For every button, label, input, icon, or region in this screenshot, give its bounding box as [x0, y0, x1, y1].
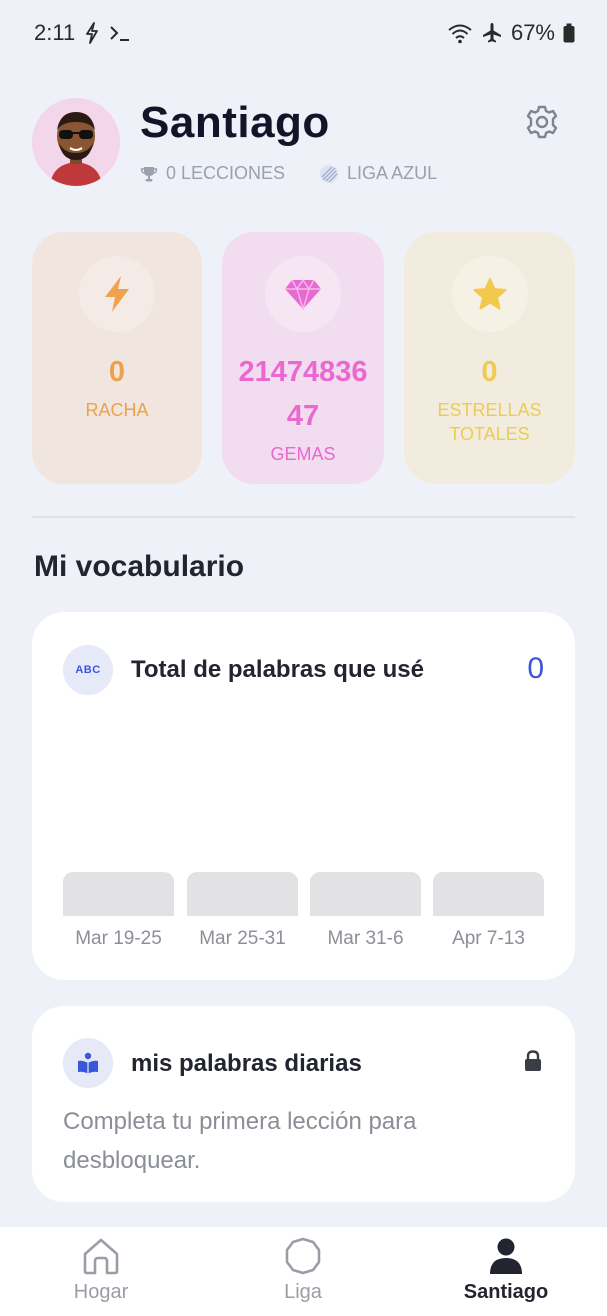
chart-bar [187, 872, 298, 916]
gemas-icon-circle [265, 256, 341, 332]
nav-item-liga[interactable]: Liga [223, 1237, 383, 1304]
stat-card-racha: 0 RACHA [32, 232, 202, 484]
section-divider [32, 516, 575, 518]
gemas-value: 2147483647 [238, 356, 368, 432]
racha-icon-circle [79, 256, 155, 332]
nav-item-santiago[interactable]: Santiago [426, 1237, 586, 1304]
profile-meta: 0 LECCIONES LIGA AZUL [140, 163, 437, 184]
league-label: LIGA AZUL [347, 163, 438, 183]
profile-icon [490, 1238, 522, 1274]
gem-icon [285, 278, 321, 310]
status-time: 2:11 [34, 20, 76, 45]
chart-bar-label: Apr 7-13 [452, 928, 525, 949]
wifi-icon [447, 22, 473, 44]
estrellas-value: 0 [481, 356, 498, 388]
flash-icon [85, 22, 99, 44]
avatar-illustration [32, 98, 120, 186]
nav-item-hogar[interactable]: Hogar [21, 1237, 181, 1304]
trophy-icon [140, 166, 158, 181]
chart-bar-label: Mar 25-31 [199, 928, 286, 949]
lessons-count: 0 LECCIONES [140, 163, 285, 184]
league-info[interactable]: LIGA AZUL [319, 163, 437, 184]
estrellas-icon-circle [451, 256, 528, 332]
daily-words-description: Completa tu primera lección para desbloq… [63, 1108, 417, 1174]
nav-label-liga: Liga [284, 1281, 322, 1303]
gemas-label: GEMAS [270, 444, 336, 464]
daily-words-card[interactable]: mis palabras diarias Completa tu primera… [32, 1006, 575, 1202]
star-icon [473, 278, 506, 310]
battery-text: 67% [510, 20, 555, 45]
status-bar: 2:11 67% [0, 0, 607, 66]
gear-icon [526, 105, 558, 139]
lock-icon [524, 1050, 542, 1077]
bottom-navigation: Hogar Liga Santiago [0, 1227, 607, 1316]
daily-words-badge [63, 1038, 113, 1088]
lessons-label: 0 LECCIONES [166, 163, 286, 183]
profile-name: Santiago [140, 98, 330, 147]
vocabulary-card[interactable]: ABC Total de palabras que usé 0 Mar 19-2… [32, 612, 575, 980]
status-right: 67% [447, 20, 575, 46]
home-icon [83, 1238, 119, 1275]
avatar[interactable] [32, 98, 120, 186]
league-icon [285, 1237, 321, 1275]
stat-card-gemas: 2147483647 GEMAS [222, 232, 384, 484]
chart-bar [63, 872, 174, 916]
section-title-vocabulary: Mi vocabulario [34, 550, 245, 583]
airplane-icon [481, 22, 503, 44]
terminal-icon [109, 23, 131, 43]
vocabulary-count: 0 [527, 652, 544, 685]
abc-badge-text: ABC [75, 664, 101, 676]
chart-bar [433, 872, 544, 916]
stat-card-estrellas: 0 ESTRELLAS TOTALES [404, 232, 575, 484]
chart-bar [310, 872, 421, 916]
battery-icon [563, 23, 575, 43]
league-badge-icon [320, 164, 339, 183]
racha-label: RACHA [85, 400, 149, 420]
reading-book-icon [78, 1052, 98, 1074]
nav-label-santiago: Santiago [463, 1281, 549, 1303]
vocabulary-card-title: Total de palabras que usé [131, 656, 424, 683]
chart-bar-label: Mar 31-6 [327, 928, 404, 949]
nav-label-hogar: Hogar [73, 1281, 129, 1303]
racha-value: 0 [108, 356, 126, 388]
abc-icon: ABC [63, 645, 113, 695]
daily-words-title: mis palabras diarias [131, 1050, 362, 1077]
estrellas-label: ESTRELLAS TOTALES [437, 400, 542, 444]
chart-bar-label: Mar 19-25 [75, 928, 162, 949]
status-left: 2:11 [34, 20, 131, 46]
settings-button[interactable] [522, 102, 562, 142]
lightning-icon [105, 276, 129, 312]
